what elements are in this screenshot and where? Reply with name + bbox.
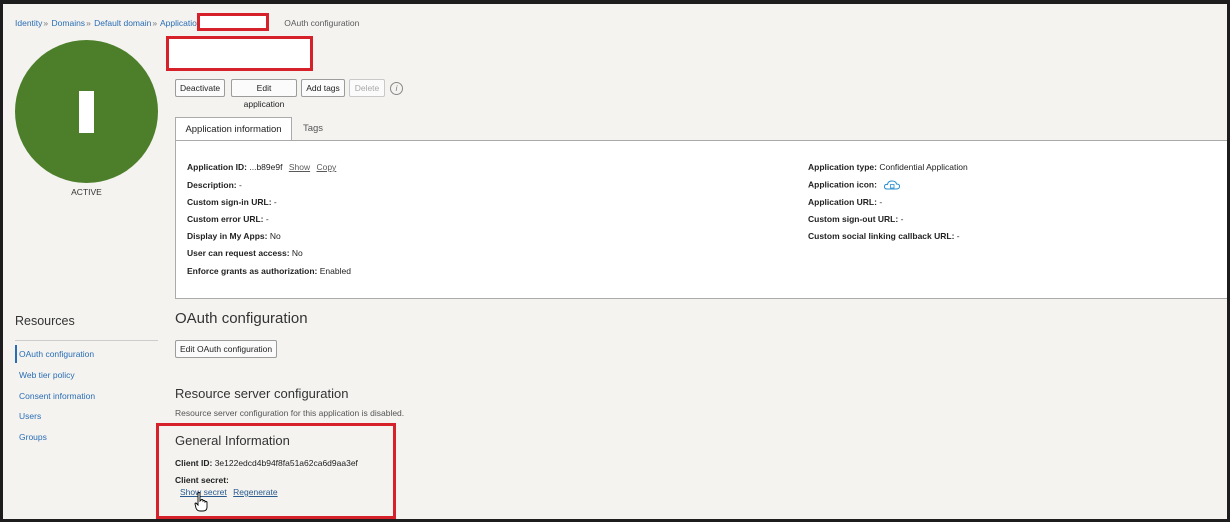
oci-console-frame: Identity» Domains» Default domain» Appli… — [3, 4, 1227, 519]
detail-key: Custom sign-in URL: — [187, 197, 272, 207]
avatar-letter-glyph — [79, 91, 94, 133]
detail-value: No — [291, 248, 303, 258]
detail-value: - — [956, 231, 960, 241]
nav-consent-information[interactable]: Consent information — [19, 391, 95, 401]
breadcrumb-current: OAuth configuration — [284, 18, 360, 28]
detail-key: User can request access: — [187, 248, 290, 258]
detail-key: Custom social linking callback URL: — [808, 231, 955, 241]
app-avatar — [15, 40, 158, 183]
detail-value: No — [269, 231, 281, 241]
deactivate-button[interactable]: Deactivate — [175, 79, 225, 97]
detail-value: - — [265, 214, 269, 224]
delete-button[interactable]: Delete — [349, 79, 385, 97]
nav-active-indicator — [15, 345, 17, 363]
detail-value: - — [900, 214, 904, 224]
detail-key: Application icon: — [808, 179, 877, 190]
cloud-app-icon — [884, 180, 901, 190]
add-tags-button[interactable]: Add tags — [301, 79, 345, 97]
detail-value: Confidential Application — [879, 162, 968, 172]
nav-web-tier-policy[interactable]: Web tier policy — [19, 370, 75, 380]
breadcrumb-default-domain[interactable]: Default domain — [94, 18, 151, 28]
edit-oauth-configuration-button[interactable]: Edit OAuth configuration — [175, 340, 278, 358]
resources-heading: Resources — [15, 314, 75, 328]
detail-description: Description: - — [187, 180, 242, 190]
detail-enforce-grants: Enforce grants as authorization: Enabled — [187, 266, 351, 276]
detail-custom-sign-in-url: Custom sign-in URL: - — [187, 197, 277, 207]
info-icon[interactable]: i — [390, 82, 403, 95]
detail-application-id: Application ID: ...b89e9f Show Copy — [187, 162, 336, 172]
breadcrumb-separator: » — [152, 18, 158, 28]
resource-server-disabled-text: Resource server configuration for this a… — [175, 408, 405, 418]
application-information-panel: Application ID: ...b89e9f Show Copy Desc… — [175, 140, 1227, 299]
redacted-breadcrumb-app-name — [197, 13, 269, 31]
app-status: ACTIVE — [71, 187, 102, 197]
detail-value: - — [238, 180, 242, 190]
detail-key: Enforce grants as authorization: — [187, 266, 318, 276]
detail-key: Application type: — [808, 162, 877, 172]
show-id-link[interactable]: Show — [289, 162, 310, 172]
breadcrumb-identity[interactable]: Identity — [15, 18, 42, 28]
detail-application-icon: Application icon: — [808, 179, 901, 191]
edit-application-button[interactable]: Edit application — [231, 79, 297, 109]
highlight-general-information — [156, 423, 396, 519]
detail-custom-sign-out-url: Custom sign-out URL: - — [808, 214, 903, 224]
nav-groups[interactable]: Groups — [19, 432, 47, 442]
copy-id-link[interactable]: Copy — [316, 162, 336, 172]
tab-tags[interactable]: Tags — [295, 117, 331, 141]
oauth-configuration-heading: OAuth configuration — [175, 310, 308, 327]
resources-divider — [15, 340, 158, 341]
detail-value: Enabled — [319, 266, 351, 276]
detail-custom-error-url: Custom error URL: - — [187, 214, 269, 224]
detail-display-in-my-apps: Display in My Apps: No — [187, 231, 281, 241]
breadcrumb-domains[interactable]: Domains — [52, 18, 86, 28]
resource-server-heading: Resource server configuration — [175, 386, 349, 401]
breadcrumb-separator: » — [43, 18, 49, 28]
detail-key: Application ID: — [187, 162, 247, 172]
breadcrumb-separator: » — [86, 18, 91, 28]
detail-value: - — [273, 197, 277, 207]
tab-application-information[interactable]: Application information — [175, 117, 292, 141]
nav-users[interactable]: Users — [19, 411, 41, 421]
detail-user-can-request-access: User can request access: No — [187, 248, 303, 258]
detail-application-type: Application type: Confidential Applicati… — [808, 162, 968, 172]
detail-key: Display in My Apps: — [187, 231, 268, 241]
detail-key: Custom sign-out URL: — [808, 214, 899, 224]
redacted-app-title — [166, 36, 313, 71]
detail-value: ...b89e9f — [249, 162, 283, 172]
detail-key: Application URL: — [808, 197, 877, 207]
detail-key: Custom error URL: — [187, 214, 264, 224]
detail-application-url: Application URL: - — [808, 197, 882, 207]
detail-key: Description: — [187, 180, 237, 190]
hand-cursor-icon — [194, 492, 208, 512]
detail-value: - — [879, 197, 883, 207]
detail-custom-social-linking-url: Custom social linking callback URL: - — [808, 231, 960, 241]
breadcrumb: Identity» Domains» Default domain» Appli… — [15, 18, 359, 28]
nav-oauth-configuration[interactable]: OAuth configuration — [19, 349, 94, 359]
